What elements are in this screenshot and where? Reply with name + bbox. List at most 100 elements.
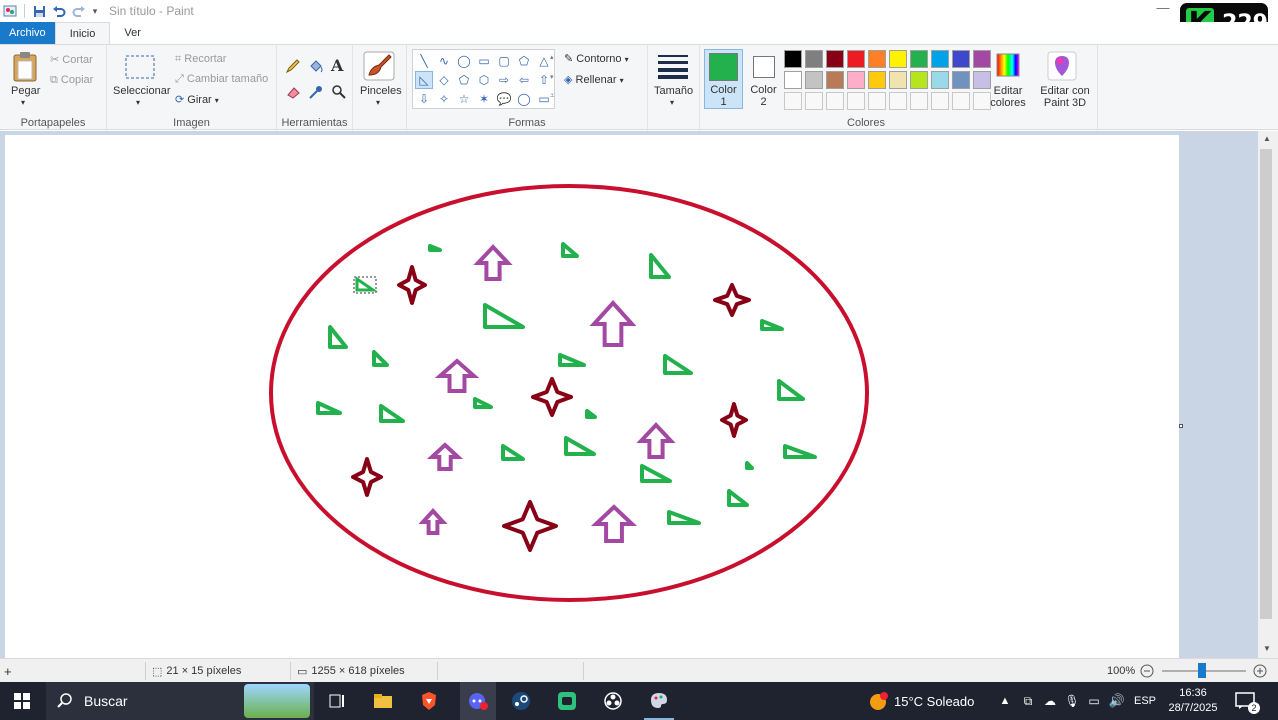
cut-button[interactable]: ✂ Cortar bbox=[50, 53, 93, 66]
volume-icon[interactable]: 🔊 bbox=[1106, 682, 1128, 720]
scrollbar-thumb[interactable] bbox=[1260, 149, 1272, 619]
fill-button[interactable]: ◈ Rellenar ▾ bbox=[564, 73, 624, 86]
custom-color-slot[interactable] bbox=[889, 92, 907, 110]
shape-gallery-item[interactable]: ▭ bbox=[475, 52, 493, 70]
gallery-more-icon[interactable]: ⩡ bbox=[550, 91, 555, 101]
palette-color-swatch[interactable] bbox=[826, 50, 844, 68]
weather-text[interactable]: 15°C Soleado bbox=[894, 682, 974, 720]
brush-icon[interactable] bbox=[363, 51, 395, 84]
shape-gallery-item[interactable]: ◇ bbox=[435, 71, 453, 89]
paste-button[interactable] bbox=[10, 51, 40, 86]
zoom-out-button[interactable] bbox=[1140, 659, 1154, 683]
shape-gallery-item[interactable]: ╲ bbox=[415, 52, 433, 70]
obs-icon[interactable] bbox=[598, 682, 628, 720]
zoom-slider-thumb[interactable] bbox=[1198, 663, 1206, 678]
resize-button[interactable]: ⤢ Cambiar tamaño bbox=[175, 73, 268, 86]
brave-browser-icon[interactable] bbox=[414, 682, 444, 720]
color-picker-icon[interactable] bbox=[308, 84, 324, 103]
color2-swatch[interactable] bbox=[753, 56, 775, 78]
notifications-icon[interactable]: 2 bbox=[1230, 682, 1260, 720]
customize-toolbar-icon[interactable]: ▾ bbox=[89, 1, 101, 21]
shape-gallery-item[interactable]: ▢ bbox=[495, 52, 513, 70]
tray-app-icon[interactable]: ⧉ bbox=[1018, 682, 1038, 720]
palette-color-swatch[interactable] bbox=[952, 50, 970, 68]
network-icon[interactable]: ▭ bbox=[1084, 682, 1104, 720]
palette-color-swatch[interactable] bbox=[952, 71, 970, 89]
custom-color-slot[interactable] bbox=[805, 92, 823, 110]
eraser-icon[interactable] bbox=[285, 84, 301, 103]
scroll-down-icon[interactable]: ▼ bbox=[1263, 644, 1271, 653]
palette-color-swatch[interactable] bbox=[805, 50, 823, 68]
drawing-canvas[interactable] bbox=[5, 135, 1179, 658]
custom-color-slot[interactable] bbox=[847, 92, 865, 110]
brushes-chevron-down-icon[interactable]: ▾ bbox=[376, 98, 380, 107]
custom-color-slot[interactable] bbox=[826, 92, 844, 110]
palette-color-swatch[interactable] bbox=[784, 50, 802, 68]
gallery-scroll-up-icon[interactable]: ▴ bbox=[550, 53, 554, 61]
shape-gallery-item[interactable]: ∿ bbox=[435, 52, 453, 70]
palette-color-swatch[interactable] bbox=[868, 71, 886, 89]
paint-taskbar-icon[interactable] bbox=[644, 682, 674, 720]
paint-app-icon[interactable] bbox=[0, 1, 20, 21]
shape-gallery-item[interactable]: ✧ bbox=[435, 90, 453, 108]
shape-gallery-item[interactable]: ◯ bbox=[455, 52, 473, 70]
select-chevron-down-icon[interactable]: ▾ bbox=[136, 98, 140, 107]
shape-gallery-item[interactable]: ⬠ bbox=[455, 71, 473, 89]
copy-button[interactable]: ⧉ Copiar bbox=[50, 74, 93, 87]
vertical-scrollbar[interactable]: ▲ ▼ bbox=[1258, 131, 1278, 658]
shape-gallery-item[interactable]: ⬠ bbox=[515, 52, 533, 70]
shape-gallery-item[interactable]: ⇦ bbox=[515, 71, 533, 89]
size-button[interactable]: Tamaño bbox=[654, 85, 693, 97]
paste-chevron-down-icon[interactable]: ▾ bbox=[21, 98, 25, 107]
save-icon[interactable] bbox=[29, 1, 49, 21]
shape-gallery-item[interactable]: ◯ bbox=[515, 90, 533, 108]
edit-paint3d-button[interactable]: Editar con Paint 3D bbox=[1036, 85, 1094, 109]
taskbar-search[interactable]: Buscar bbox=[46, 682, 314, 720]
redo-icon[interactable] bbox=[69, 1, 89, 21]
color2-label[interactable]: Color 2 bbox=[749, 84, 778, 108]
clock[interactable]: 16:36 28/7/2025 bbox=[1166, 682, 1220, 720]
scroll-up-icon[interactable]: ▲ bbox=[1263, 134, 1271, 143]
gallery-scroll-down-icon[interactable]: ▾ bbox=[550, 73, 554, 81]
palette-color-swatch[interactable] bbox=[784, 71, 802, 89]
paste-label[interactable]: Pegar bbox=[11, 85, 40, 97]
shape-gallery-item[interactable]: ✶ bbox=[475, 90, 493, 108]
shape-gallery-item[interactable]: ◺ bbox=[415, 71, 433, 89]
palette-color-swatch[interactable] bbox=[889, 50, 907, 68]
custom-color-slot[interactable] bbox=[910, 92, 928, 110]
palette-color-swatch[interactable] bbox=[973, 50, 991, 68]
size-chevron-down-icon[interactable]: ▾ bbox=[670, 98, 674, 107]
app-green-icon[interactable] bbox=[552, 682, 582, 720]
task-view-icon[interactable] bbox=[322, 682, 352, 720]
minimize-button[interactable]: — bbox=[1150, 0, 1176, 20]
palette-color-swatch[interactable] bbox=[931, 71, 949, 89]
tab-archivo[interactable]: Archivo bbox=[0, 22, 55, 44]
palette-color-swatch[interactable] bbox=[847, 71, 865, 89]
shape-gallery-item[interactable]: ⬡ bbox=[475, 71, 493, 89]
tab-ver[interactable]: Ver bbox=[110, 22, 155, 44]
custom-color-slot[interactable] bbox=[952, 92, 970, 110]
shape-gallery-item[interactable]: ⇨ bbox=[495, 71, 513, 89]
shape-gallery-item[interactable]: ☆ bbox=[455, 90, 473, 108]
custom-color-slot[interactable] bbox=[784, 92, 802, 110]
palette-color-swatch[interactable] bbox=[910, 50, 928, 68]
palette-color-swatch[interactable] bbox=[847, 50, 865, 68]
zoom-in-button[interactable] bbox=[1253, 659, 1267, 683]
outline-button[interactable]: ✎ Contorno ▾ bbox=[564, 52, 629, 65]
pencil-icon[interactable] bbox=[285, 58, 301, 77]
shape-gallery-item[interactable]: ⇩ bbox=[415, 90, 433, 108]
palette-color-swatch[interactable] bbox=[889, 71, 907, 89]
palette-color-swatch[interactable] bbox=[868, 50, 886, 68]
rotate-button[interactable]: ⟳ Girar ▾ bbox=[175, 93, 219, 106]
custom-color-slot[interactable] bbox=[868, 92, 886, 110]
canvas-resize-handle[interactable] bbox=[1179, 424, 1183, 428]
select-icon[interactable] bbox=[125, 55, 155, 82]
tray-chevron-up-icon[interactable]: ▲ bbox=[996, 682, 1014, 720]
shape-gallery-item[interactable]: 💬 bbox=[495, 90, 513, 108]
steam-icon[interactable] bbox=[506, 682, 536, 720]
palette-color-swatch[interactable] bbox=[826, 71, 844, 89]
weather-icon[interactable] bbox=[864, 682, 892, 720]
undo-icon[interactable] bbox=[49, 1, 69, 21]
zoom-slider[interactable] bbox=[1162, 659, 1246, 683]
windows-start-icon[interactable] bbox=[6, 682, 38, 720]
